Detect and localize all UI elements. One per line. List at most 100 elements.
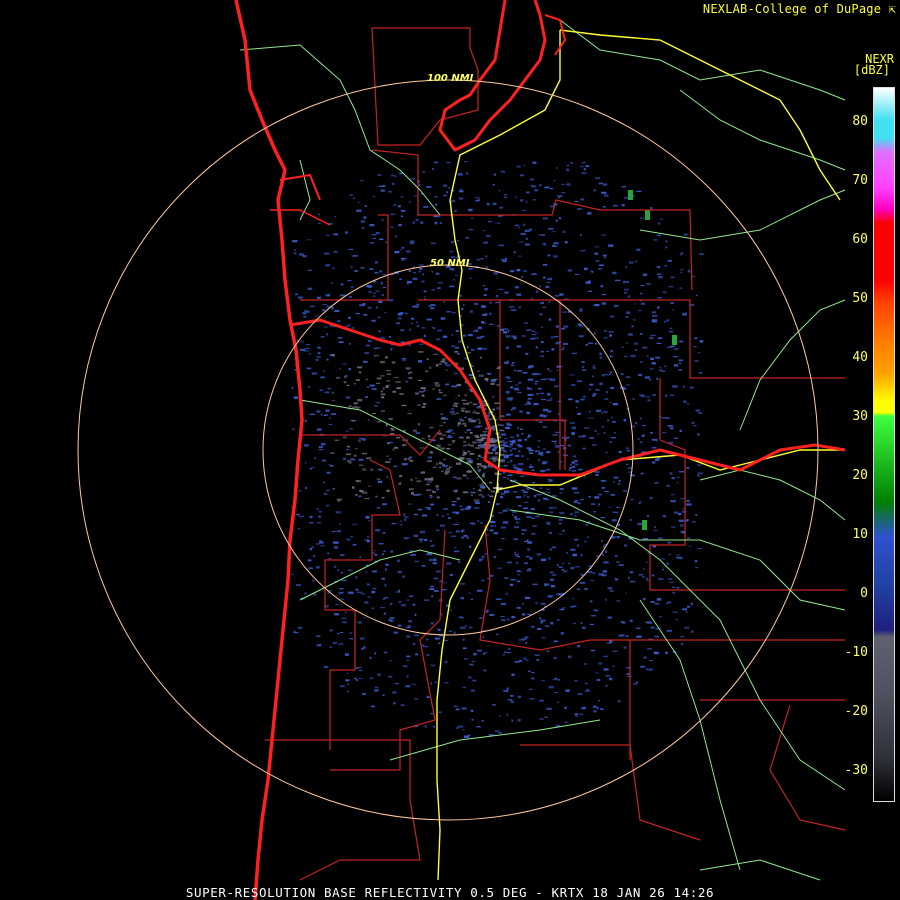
echo-speckle bbox=[507, 423, 513, 426]
range-rings bbox=[77, 79, 819, 821]
echo-speckle bbox=[353, 454, 357, 457]
echo-speckle bbox=[670, 494, 675, 496]
echo-speckle bbox=[365, 344, 371, 347]
echo-speckle bbox=[375, 290, 380, 292]
echo-speckle bbox=[365, 396, 369, 398]
echo-speckle bbox=[476, 418, 481, 421]
echo-speckle bbox=[354, 270, 358, 272]
echo-speckle bbox=[482, 472, 486, 475]
echo-speckle bbox=[333, 541, 339, 544]
echo-speckle bbox=[344, 611, 348, 613]
echo-speckle bbox=[410, 554, 416, 556]
external-link-icon[interactable]: ⇱ bbox=[889, 2, 896, 16]
echo-speckle bbox=[476, 259, 480, 261]
echo-speckle bbox=[370, 468, 374, 471]
echo-speckle bbox=[602, 374, 605, 377]
echo-speckle bbox=[561, 311, 567, 313]
echo-speckle bbox=[385, 563, 389, 566]
echo-speckle bbox=[443, 394, 447, 396]
echo-speckle bbox=[500, 434, 506, 436]
echo-speckle bbox=[483, 230, 486, 232]
echo-speckle bbox=[677, 512, 682, 516]
echo-speckle bbox=[594, 252, 598, 255]
echo-speckle bbox=[430, 664, 435, 667]
echo-speckle bbox=[577, 544, 579, 547]
echo-speckle bbox=[498, 548, 503, 551]
echo-speckle bbox=[424, 478, 430, 481]
echo-speckle bbox=[580, 573, 583, 576]
echo-speckle bbox=[385, 241, 387, 243]
echo-speckle bbox=[383, 287, 387, 289]
echo-speckle bbox=[399, 475, 403, 478]
echo-speckle bbox=[403, 537, 409, 540]
echo-speckle bbox=[454, 209, 457, 213]
echo-speckle bbox=[678, 519, 684, 522]
echo-speckle bbox=[432, 544, 435, 547]
echo-speckle bbox=[326, 234, 329, 236]
echo-speckle bbox=[505, 346, 509, 349]
echo-speckle bbox=[463, 452, 467, 455]
echo-speckle bbox=[546, 521, 551, 525]
echo-speckle bbox=[539, 617, 542, 620]
echo-speckle bbox=[349, 194, 353, 196]
echo-speckle bbox=[306, 239, 312, 241]
echo-speckle bbox=[609, 355, 613, 357]
echo-speckle bbox=[521, 529, 527, 532]
echo-speckle bbox=[327, 388, 331, 390]
echo-speckle bbox=[697, 474, 700, 477]
echo-speckle bbox=[483, 669, 487, 672]
echo-speckle bbox=[604, 490, 609, 493]
echo-speckle bbox=[460, 597, 464, 600]
echo-speckle bbox=[591, 375, 594, 377]
echo-speckle bbox=[312, 466, 315, 469]
echo-speckle bbox=[580, 622, 583, 625]
echo-speckle bbox=[664, 265, 667, 267]
echo-speckle bbox=[361, 452, 368, 455]
echo-speckle bbox=[380, 468, 383, 471]
echo-speckle bbox=[452, 432, 455, 434]
echo-speckle bbox=[303, 315, 307, 318]
echo-speckle bbox=[503, 455, 509, 459]
echo-speckle bbox=[659, 367, 662, 369]
echo-speckle bbox=[540, 234, 546, 236]
echo-speckle bbox=[555, 219, 558, 222]
echo-speckle bbox=[500, 603, 507, 606]
echo-speckle bbox=[561, 183, 566, 185]
echo-speckle bbox=[556, 593, 561, 595]
echo-speckle bbox=[667, 346, 673, 348]
echo-speckle bbox=[665, 651, 668, 654]
echo-speckle bbox=[532, 199, 537, 201]
echo-speckle bbox=[309, 467, 313, 470]
echo-speckle bbox=[344, 325, 350, 327]
echo-speckle bbox=[546, 650, 550, 652]
echo-speckle bbox=[590, 270, 593, 272]
echo-speckle bbox=[316, 635, 321, 638]
echo-speckle bbox=[562, 607, 566, 609]
echo-speckle bbox=[553, 335, 559, 338]
echo-speckle bbox=[503, 361, 509, 364]
echo-speckle bbox=[448, 630, 453, 632]
echo-speckle bbox=[563, 325, 569, 328]
echo-speckle bbox=[492, 447, 497, 449]
echo-speckle bbox=[570, 605, 574, 608]
echo-speckle bbox=[426, 638, 429, 641]
echo-speckle bbox=[358, 678, 363, 680]
echo-speckle bbox=[669, 394, 674, 396]
echo-speckle bbox=[316, 356, 321, 358]
echo-speckle bbox=[360, 180, 364, 182]
echo-speckle bbox=[482, 284, 486, 287]
echo-speckle bbox=[427, 481, 432, 483]
echo-speckle bbox=[613, 476, 619, 479]
echo-speckle bbox=[573, 455, 576, 458]
echo-speckle bbox=[611, 437, 617, 439]
echo-speckle bbox=[478, 558, 484, 561]
echo-speckle bbox=[572, 432, 575, 435]
echo-speckle bbox=[324, 252, 330, 255]
echo-speckle bbox=[411, 683, 417, 685]
echo-speckle bbox=[546, 350, 550, 352]
echo-speckle bbox=[647, 579, 649, 582]
echo-speckle bbox=[669, 327, 673, 329]
echo-speckle bbox=[547, 277, 553, 281]
echo-speckle bbox=[354, 448, 358, 450]
echo-speckle bbox=[451, 333, 453, 336]
